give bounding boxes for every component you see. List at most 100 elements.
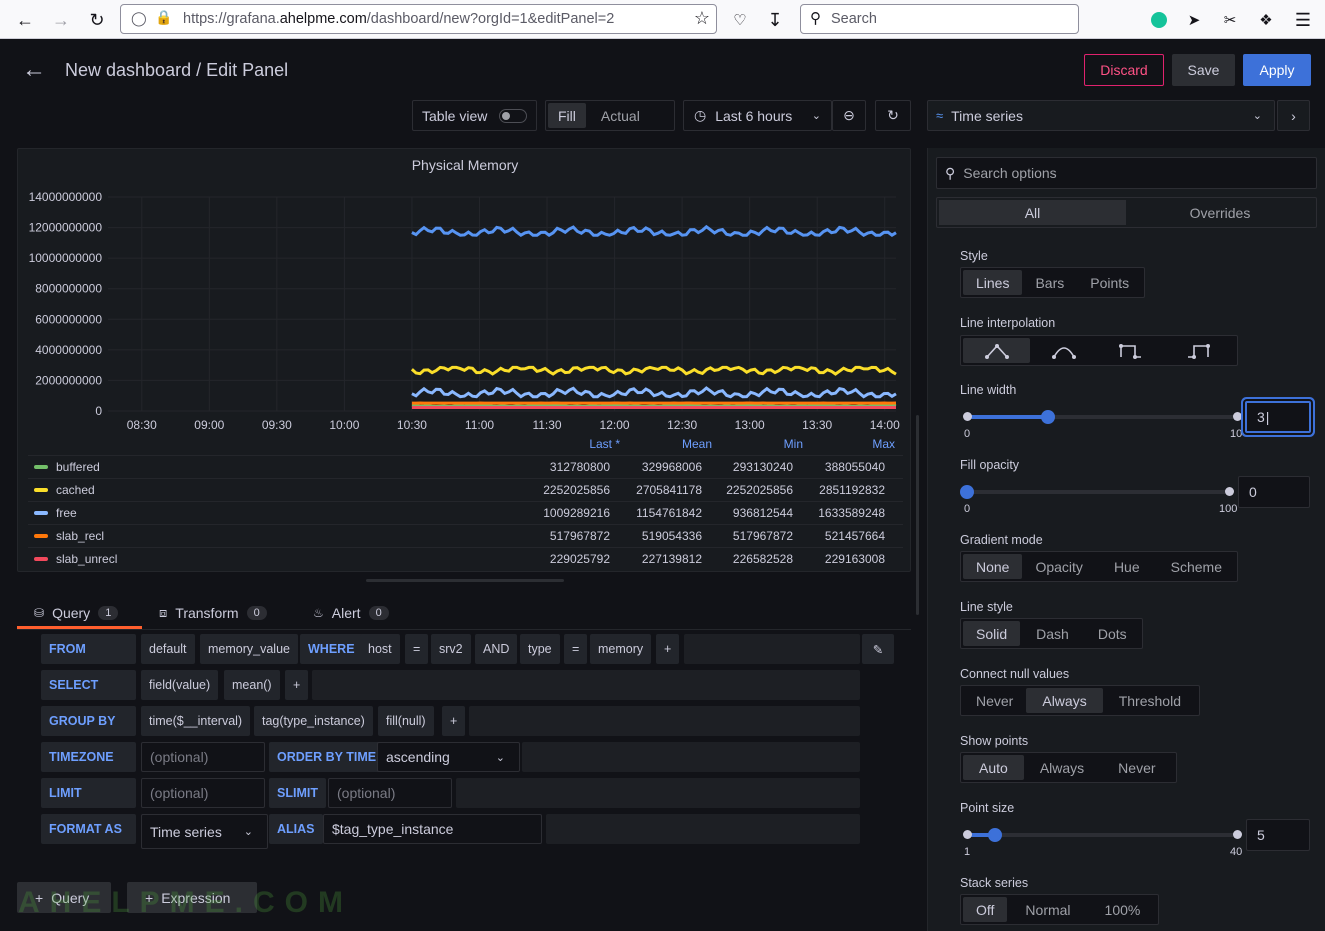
select-add-button[interactable]: + [285,670,309,700]
where-key-type[interactable]: type [520,634,560,664]
table-view-toggle[interactable]: Table view [412,100,537,131]
and-keyword[interactable]: AND [475,634,518,664]
line-style-solid[interactable]: Solid [963,621,1021,646]
show-points-auto[interactable]: Auto [963,755,1024,780]
line-style-dots[interactable]: Dots [1085,621,1140,646]
screenshot-icon[interactable]: ✂ [1217,7,1243,33]
reload-icon[interactable]: ↻ [84,7,110,33]
actual-button[interactable]: Actual [586,103,655,128]
pocket-icon[interactable]: ♡ [727,7,753,33]
menu-icon[interactable]: ☰ [1290,7,1316,33]
interpolation-linear[interactable] [963,338,1030,363]
legend-row[interactable]: slab_recl 517967872 519054336 517967872 5214… [28,524,903,547]
interpolation-step-before[interactable] [1097,338,1164,363]
toggle-editor-mode-button[interactable]: ✎ [862,634,894,664]
back-arrow-icon[interactable]: ← [22,56,46,84]
select-field[interactable]: field(value) [141,670,219,700]
gradient-none[interactable]: None [963,554,1023,579]
limit-input[interactable]: (optional) [141,778,265,808]
fill-button[interactable]: Fill [548,103,586,128]
browser-search-input[interactable]: ⚲ Search [800,4,1079,34]
refresh-button[interactable]: ↻ [875,100,911,131]
stack-off[interactable]: Off [963,897,1008,922]
legend-row[interactable]: free 1009289216 1154761842 936812544 1633589… [28,501,903,524]
tab-overrides[interactable]: Overrides [1126,200,1314,225]
where-value-srv2[interactable]: srv2 [431,634,471,664]
tab-transform[interactable]: ⧈ Transform 0 [159,600,267,626]
extension-arrow-icon[interactable]: ➤ [1181,7,1207,33]
legend-series-name[interactable]: free [56,506,77,520]
slimit-input[interactable]: (optional) [328,778,452,808]
where-key-host[interactable]: host [360,634,400,664]
interpolation-step-after[interactable] [1164,338,1231,363]
alias-input[interactable]: $tag_type_instance [323,814,542,844]
where-operator-1[interactable]: = [405,634,429,664]
fill-opacity-input[interactable]: 0 [1238,476,1310,508]
stack-100-percent[interactable]: 100% [1089,897,1157,922]
options-search-input[interactable]: ⚲ Search options [936,157,1317,189]
point-size-slider[interactable] [967,833,1237,837]
visualization-picker[interactable]: ≈ Time series ⌄ [927,100,1275,131]
from-measurement[interactable]: memory_value [200,634,298,664]
point-size-slider-thumb[interactable] [987,828,1002,842]
interpolation-smooth[interactable] [1030,338,1097,363]
back-icon[interactable]: ← [12,7,38,33]
legend-row[interactable]: slab_unrecl 229025792 227139812 226582528 22… [28,547,903,570]
gradient-opacity[interactable]: Opacity [1022,554,1095,579]
where-operator-2[interactable]: = [564,634,588,664]
legend-row[interactable]: buffered 312780800 329968006 293130240 38805… [28,455,903,478]
group-tag[interactable]: tag(type_instance) [254,706,373,736]
line-width-slider-thumb[interactable] [1041,410,1055,424]
fill-opacity-slider[interactable] [967,490,1229,494]
line-style-dash[interactable]: Dash [1020,621,1085,646]
stack-normal[interactable]: Normal [1007,897,1088,922]
save-button[interactable]: Save [1172,54,1235,86]
from-database[interactable]: default [141,634,195,664]
line-width-input[interactable]: 3 | [1245,401,1311,433]
gradient-hue[interactable]: Hue [1096,554,1158,579]
download-icon[interactable]: ↧ [762,7,788,33]
connect-always[interactable]: Always [1026,688,1103,713]
group-time[interactable]: time($__interval) [141,706,251,736]
legend-series-name[interactable]: cached [56,483,95,497]
url-bar[interactable]: ◯ 🔒 https://grafana. ahelpme.com/dashboar… [120,4,717,34]
gradient-scheme[interactable]: Scheme [1158,554,1235,579]
bookmark-star-icon[interactable]: ☆ [694,8,710,29]
order-select[interactable]: ascending ⌄ [377,742,520,772]
group-fill[interactable]: fill(null) [378,706,434,736]
style-bars[interactable]: Bars [1022,270,1077,295]
discard-button[interactable]: Discard [1084,54,1164,86]
timezone-input[interactable]: (optional) [141,742,265,772]
format-select[interactable]: Time series ⌄ [141,814,268,849]
legend-row[interactable]: cached 2252025856 2705841178 2252025856 2851… [28,478,903,501]
tab-alert[interactable]: ♨ Alert 0 [313,600,389,626]
grammarly-icon[interactable] [1146,7,1172,33]
extensions-icon[interactable]: ❖ [1253,7,1279,33]
zoom-out-button[interactable]: ⊖ [832,100,866,131]
show-points-always[interactable]: Always [1024,755,1100,780]
point-size-input[interactable]: 5 [1246,819,1310,851]
tab-all[interactable]: All [939,200,1126,225]
apply-button[interactable]: Apply [1243,54,1311,86]
where-value-memory[interactable]: memory [590,634,652,664]
style-lines[interactable]: Lines [963,270,1023,295]
collapse-options-button[interactable]: › [1277,100,1310,131]
forward-icon[interactable]: → [48,7,74,33]
select-function[interactable]: mean() [224,670,280,700]
scrollbar[interactable] [916,415,919,615]
toggle-switch[interactable] [499,109,527,123]
panel-resize-handle[interactable] [366,579,564,582]
show-points-never[interactable]: Never [1100,755,1173,780]
connect-threshold[interactable]: Threshold [1103,688,1197,713]
time-range-picker[interactable]: ◷ Last 6 hours ⌄ [683,100,832,131]
legend-series-name[interactable]: buffered [56,460,100,474]
legend-series-name[interactable]: slab_recl [56,529,104,543]
legend-series-name[interactable]: slab_unrecl [56,552,117,566]
fill-opacity-slider-thumb[interactable] [960,485,974,499]
style-points[interactable]: Points [1077,270,1142,295]
connect-never[interactable]: Never [963,688,1026,713]
add-query-button[interactable]: + Query [17,882,111,913]
add-expression-button[interactable]: + Expression [127,882,257,913]
where-add-button[interactable]: + [656,634,680,664]
tab-query[interactable]: ⛁ Query 1 [34,600,119,626]
